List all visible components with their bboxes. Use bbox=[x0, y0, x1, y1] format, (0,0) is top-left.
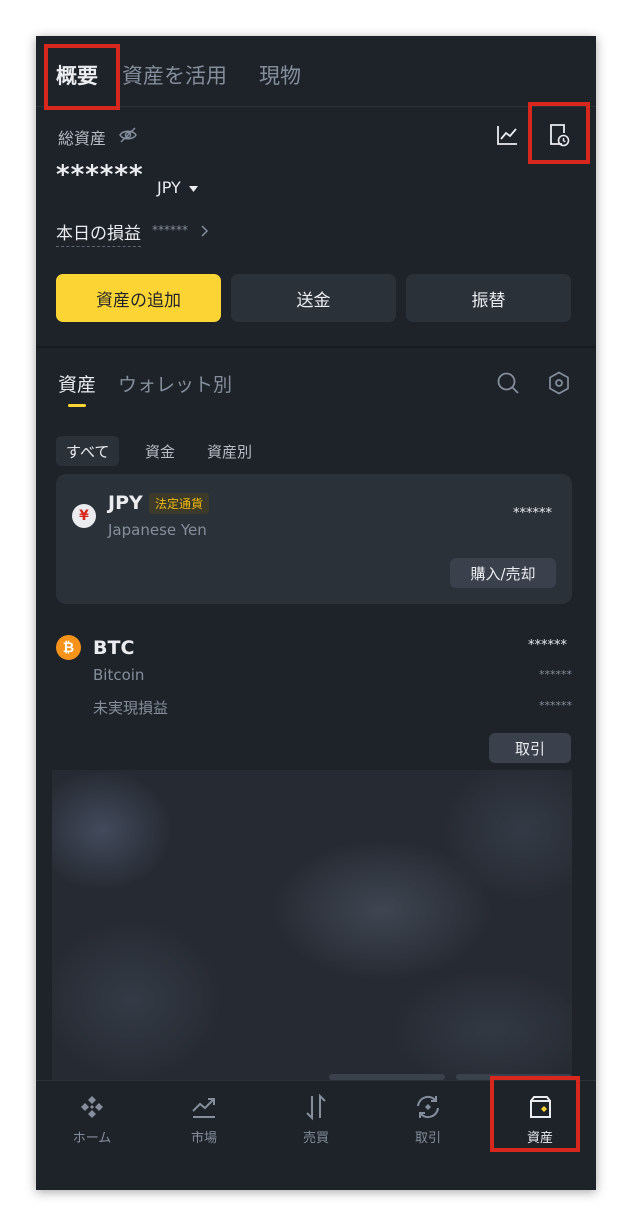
asset-name: Bitcoin bbox=[93, 666, 145, 684]
search-icon[interactable] bbox=[496, 371, 520, 395]
send-button[interactable]: 送金 bbox=[231, 274, 396, 322]
tab-by-wallet[interactable]: ウォレット別 bbox=[118, 370, 232, 397]
asset-symbol: BTC bbox=[93, 637, 135, 659]
nav-label: 取引 bbox=[414, 1131, 441, 1146]
section-divider bbox=[36, 346, 596, 348]
chevron-right-icon[interactable] bbox=[200, 224, 209, 238]
unrealized-pnl-hidden: ****** bbox=[539, 699, 572, 712]
daily-pnl-label[interactable]: 本日の損益 bbox=[56, 219, 141, 247]
bitcoin-coin-icon: ₿ bbox=[56, 635, 81, 660]
currency-label: JPY bbox=[157, 178, 181, 197]
nav-label: 市場 bbox=[190, 1131, 217, 1146]
app-screen: 概要 資産を活用 現物 総資産 ****** JPY 本日の損益 ****** … bbox=[36, 36, 596, 1190]
tab-overview[interactable]: 概要 bbox=[56, 60, 98, 90]
hide-balance-icon[interactable] bbox=[118, 126, 138, 144]
filter-by-asset[interactable]: 資産別 bbox=[197, 436, 262, 466]
asset-symbol: JPY bbox=[108, 492, 143, 514]
nav-wallet[interactable]: 資産 bbox=[484, 1081, 596, 1171]
transfer-button[interactable]: 振替 bbox=[406, 274, 571, 322]
add-assets-button[interactable]: 資産の追加 bbox=[56, 274, 221, 322]
market-chart-icon bbox=[192, 1098, 215, 1118]
asset-value-hidden: ****** bbox=[513, 506, 552, 521]
caret-down-icon bbox=[188, 185, 198, 192]
active-tab-indicator bbox=[68, 404, 86, 407]
nav-label: 資産 bbox=[526, 1131, 553, 1146]
nav-markets[interactable]: 市場 bbox=[148, 1081, 260, 1171]
tab-assets[interactable]: 資産 bbox=[58, 370, 96, 397]
fiat-badge: 法定通貨 bbox=[149, 493, 210, 514]
filter-funding[interactable]: 資金 bbox=[135, 436, 185, 466]
asset-name: Japanese Yen bbox=[108, 521, 207, 539]
bottom-navigation: ホーム 市場 売買 取引 資産 bbox=[36, 1080, 596, 1190]
nav-trade[interactable]: 売買 bbox=[260, 1081, 372, 1171]
currency-selector[interactable]: JPY bbox=[157, 178, 198, 197]
pnl-chart-icon[interactable] bbox=[496, 124, 518, 146]
futures-exchange-icon bbox=[417, 1095, 439, 1119]
unrealized-pnl-label: 未実現損益 bbox=[93, 699, 169, 717]
settings-hexagon-icon[interactable] bbox=[548, 371, 570, 395]
nav-home[interactable]: ホーム bbox=[36, 1081, 148, 1171]
nav-label: ホーム bbox=[72, 1131, 112, 1146]
binance-logo-icon bbox=[81, 1096, 103, 1118]
trade-arrows-icon bbox=[306, 1093, 326, 1121]
filter-all[interactable]: すべて bbox=[56, 436, 120, 466]
daily-pnl-value: ****** bbox=[152, 223, 188, 237]
yen-coin-icon: ¥ bbox=[72, 504, 96, 528]
buy-sell-button[interactable]: 購入/売却 bbox=[450, 558, 556, 588]
wallet-icon bbox=[530, 1096, 551, 1118]
trade-button[interactable]: 取引 bbox=[489, 733, 571, 763]
total-balance-hidden: ****** bbox=[56, 160, 144, 190]
nav-label: 売買 bbox=[302, 1131, 329, 1146]
blurred-asset-list bbox=[52, 770, 572, 1080]
btc-value-hidden: ****** bbox=[528, 638, 567, 653]
transaction-history-icon[interactable] bbox=[548, 122, 570, 148]
tab-spot[interactable]: 現物 bbox=[259, 60, 301, 90]
btc-sub-value-hidden: ****** bbox=[539, 668, 572, 681]
top-divider bbox=[36, 106, 596, 107]
nav-futures[interactable]: 取引 bbox=[372, 1081, 484, 1171]
tab-earn[interactable]: 資産を活用 bbox=[122, 60, 227, 90]
total-assets-label: 総資産 bbox=[58, 129, 107, 148]
